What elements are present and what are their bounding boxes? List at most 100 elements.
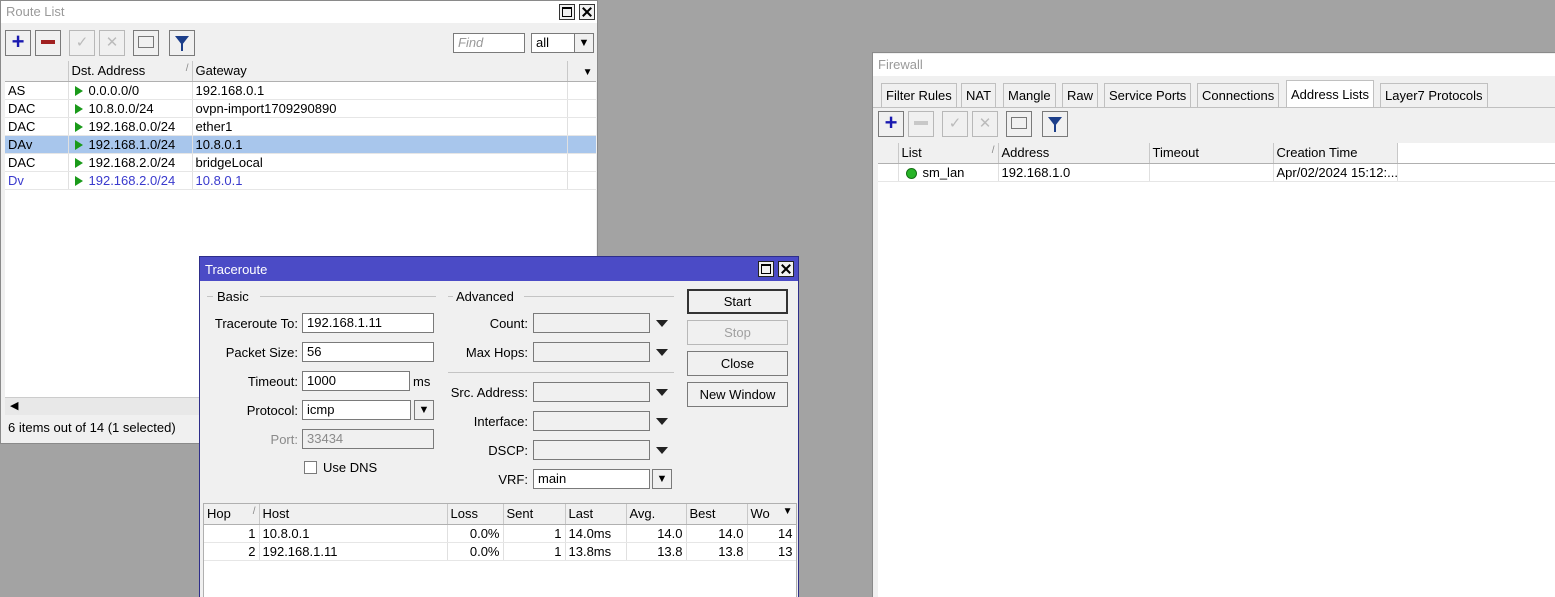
chevron-down-icon[interactable]: ▼ — [783, 506, 793, 517]
interface-input[interactable] — [533, 411, 650, 431]
loss-value: 0.0% — [447, 542, 504, 561]
enable-button[interactable]: ✓ — [69, 30, 95, 56]
max-hops-expand-icon[interactable] — [656, 349, 668, 356]
col-avg[interactable]: Avg. — [626, 504, 687, 525]
tab-layer7-protocols[interactable]: Layer7 Protocols — [1380, 83, 1488, 107]
add-button[interactable]: + — [5, 30, 31, 56]
tab-nat[interactable]: NAT — [961, 83, 997, 107]
maximize-icon[interactable] — [758, 261, 774, 277]
status-dot-icon — [905, 167, 917, 179]
chevron-down-icon: ▼ — [582, 67, 593, 79]
tab-address-lists[interactable]: Address Lists — [1286, 80, 1375, 108]
filter-button[interactable] — [1042, 111, 1068, 137]
protocol-select[interactable]: icmp — [302, 400, 411, 420]
col-gateway[interactable]: Gateway — [192, 61, 568, 82]
host-value: 10.8.0.1 — [259, 524, 448, 543]
col-hop[interactable]: Hop / — [204, 504, 260, 525]
tab-filter-rules[interactable]: Filter Rules — [881, 83, 957, 107]
tab-mangle[interactable]: Mangle — [1003, 83, 1056, 107]
tab-service-ports[interactable]: Service Ports — [1104, 83, 1192, 107]
table-row[interactable]: Dv 192.168.2.0/24 10.8.0.1 — [5, 171, 596, 190]
col-list[interactable]: List / — [898, 143, 999, 164]
x-icon: ✕ — [105, 34, 119, 51]
src-address-input[interactable] — [533, 382, 650, 402]
remove-button[interactable] — [908, 111, 934, 137]
best-value: 14.0 — [686, 524, 748, 543]
table-row[interactable]: DAC 192.168.0.0/24 ether1 — [5, 117, 596, 136]
col-best[interactable]: Best — [686, 504, 748, 525]
firewall-titlebar[interactable]: Firewall — [873, 54, 1555, 76]
count-input[interactable] — [533, 313, 650, 333]
count-expand-icon[interactable] — [656, 320, 668, 327]
col-worst[interactable]: Wo ▼ — [747, 504, 796, 525]
filter-icon — [1048, 117, 1062, 133]
table-row[interactable]: sm_lan 192.168.1.0 Apr/02/2024 15:12:... — [878, 163, 1555, 182]
interface-expand-icon[interactable] — [656, 418, 668, 425]
start-button[interactable]: Start — [687, 289, 788, 314]
basic-left-marker — [207, 296, 213, 297]
timeout-value — [1149, 163, 1274, 182]
table-row[interactable]: DAC 192.168.2.0/24 bridgeLocal — [5, 153, 596, 172]
route-list-titlebar[interactable]: Route List — [1, 1, 597, 23]
disable-button[interactable]: ✕ — [99, 30, 125, 56]
max-hops-input[interactable] — [533, 342, 650, 362]
table-row[interactable]: DAC 10.8.0.0/24 ovpn-import1709290890 — [5, 99, 596, 118]
col-dst-address[interactable]: Dst. Address / — [68, 61, 193, 82]
table-row[interactable]: AS 0.0.0.0/0 192.168.0.1 — [5, 81, 596, 100]
tab-connections[interactable]: Connections — [1197, 83, 1280, 107]
col-hop-label: Hop — [207, 506, 231, 522]
filter-button[interactable] — [169, 30, 195, 56]
vrf-select[interactable]: main — [533, 469, 650, 489]
col-host[interactable]: Host — [259, 504, 448, 525]
route-extra — [567, 99, 596, 118]
new-window-button[interactable]: New Window — [687, 382, 788, 407]
vrf-dropdown-button[interactable]: ▼ — [652, 469, 672, 489]
use-dns-checkbox[interactable] — [304, 461, 317, 474]
disable-button[interactable]: ✕ — [972, 111, 998, 137]
col-address[interactable]: Address — [998, 143, 1150, 164]
col-creation-time[interactable]: Creation Time — [1273, 143, 1398, 164]
enable-button[interactable]: ✓ — [942, 111, 968, 137]
route-gateway: ovpn-import1709290890 — [192, 99, 568, 118]
sent-value: 1 — [503, 542, 566, 561]
comment-button[interactable] — [133, 30, 159, 56]
traceroute-to-input[interactable]: 192.168.1.11 — [302, 313, 434, 333]
scroll-left-icon[interactable]: ◀ — [10, 399, 18, 412]
timeout-input[interactable]: 1000 — [302, 371, 410, 391]
src-address-expand-icon[interactable] — [656, 389, 668, 396]
close-icon[interactable] — [579, 4, 595, 20]
dscp-input[interactable] — [533, 440, 650, 460]
hop-value: 2 — [204, 542, 260, 561]
traceroute-titlebar[interactable]: Traceroute — [200, 257, 798, 281]
find-input[interactable]: Find — [453, 33, 525, 53]
address-list-name: sm_lan — [898, 163, 999, 182]
col-timeout[interactable]: Timeout — [1149, 143, 1274, 164]
col-loss[interactable]: Loss — [447, 504, 504, 525]
col-last[interactable]: Last — [565, 504, 627, 525]
close-icon[interactable] — [778, 261, 794, 277]
dscp-expand-icon[interactable] — [656, 447, 668, 454]
best-value: 13.8 — [686, 542, 748, 561]
col-sent[interactable]: Sent — [503, 504, 566, 525]
protocol-dropdown-button[interactable]: ▼ — [414, 400, 434, 420]
table-row-selected[interactable]: DAv 192.168.1.0/24 10.8.0.1 — [5, 135, 596, 154]
comment-button[interactable] — [1006, 111, 1032, 137]
table-row[interactable]: 2 192.168.1.11 0.0% 1 13.8ms 13.8 13.8 1… — [204, 542, 796, 561]
close-button[interactable]: Close — [687, 351, 788, 376]
active-route-icon — [74, 140, 83, 151]
stop-button[interactable]: Stop — [687, 320, 788, 345]
col-marker[interactable] — [878, 143, 899, 164]
address-list-name-value: sm_lan — [922, 164, 965, 180]
tab-raw[interactable]: Raw — [1062, 83, 1099, 107]
col-flags[interactable] — [5, 61, 69, 82]
column-chooser-button[interactable]: ▼ — [567, 61, 596, 82]
plus-icon: + — [884, 110, 898, 135]
packet-size-input[interactable]: 56 — [302, 342, 434, 362]
remove-button[interactable] — [35, 30, 61, 56]
active-route-icon — [74, 122, 83, 133]
maximize-icon[interactable] — [559, 4, 575, 20]
filter-dropdown-button[interactable]: ▼ — [574, 33, 594, 53]
filter-select[interactable]: all — [531, 33, 575, 53]
table-row[interactable]: 1 10.8.0.1 0.0% 1 14.0ms 14.0 14.0 14 — [204, 524, 796, 543]
add-button[interactable]: + — [878, 111, 904, 137]
